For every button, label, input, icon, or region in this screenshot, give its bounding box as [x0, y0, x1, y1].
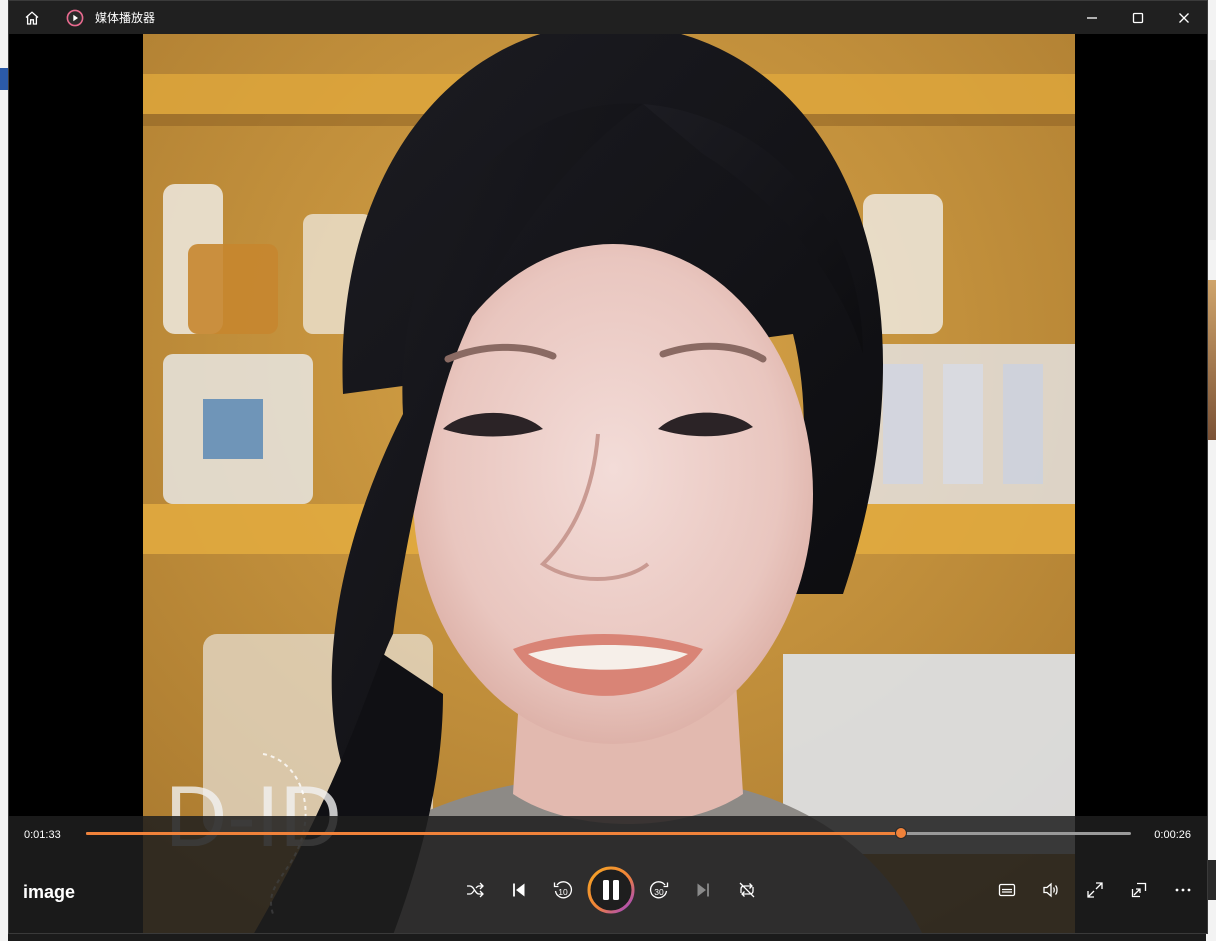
more-options-button[interactable]: [1161, 870, 1205, 910]
previous-icon: [513, 883, 525, 897]
video-frame[interactable]: D-ID: [143, 34, 1075, 933]
transport-controls: 10 30: [453, 864, 769, 916]
volume-icon: [1043, 882, 1058, 898]
skip-forward-30-icon: 30: [649, 881, 669, 899]
repeat-button[interactable]: [725, 868, 769, 912]
next-icon: [697, 883, 709, 897]
skip-forward-label: 30: [654, 887, 664, 897]
play-pause-button[interactable]: [587, 866, 635, 914]
skip-forward-button[interactable]: 30: [637, 868, 681, 912]
minimize-icon: [1087, 16, 1097, 19]
minimize-button[interactable]: [1069, 1, 1115, 34]
captions-icon: [998, 883, 1016, 897]
window-title: 媒体播放器: [95, 11, 156, 25]
home-icon: [25, 10, 39, 25]
shuffle-button[interactable]: [453, 868, 497, 912]
previous-button[interactable]: [497, 868, 541, 912]
mini-player-button[interactable]: [1117, 870, 1161, 910]
seek-progress: [86, 832, 902, 835]
fullscreen-button[interactable]: [1073, 870, 1117, 910]
remaining-time: 0:00:26: [1154, 829, 1191, 841]
media-player-window: 媒体播放器 0:01:33 0:00:26 image 10 30: [8, 0, 1208, 934]
maximize-icon: [1132, 12, 1144, 23]
background-app-left-edge: [0, 0, 8, 941]
media-title: image: [23, 882, 76, 902]
skip-back-10-icon: 10: [553, 881, 573, 899]
captions-button[interactable]: [985, 870, 1029, 910]
home-button[interactable]: [9, 1, 55, 34]
right-controls: [985, 870, 1205, 910]
close-icon: [1179, 12, 1189, 23]
repeat-off-icon: [739, 882, 755, 898]
skip-back-label: 10: [558, 887, 568, 897]
seek-thumb[interactable]: [895, 827, 908, 839]
shuffle-icon: [467, 882, 484, 898]
seek-bar[interactable]: [86, 827, 1131, 839]
maximize-button[interactable]: [1115, 1, 1161, 34]
next-button[interactable]: [681, 868, 725, 912]
elapsed-time: 0:01:33: [24, 829, 61, 841]
fullscreen-icon: [1087, 882, 1103, 898]
more-icon: [1175, 888, 1191, 892]
playback-controls-bar: 0:01:33 0:00:26 image 10 30: [9, 816, 1207, 933]
volume-button[interactable]: [1029, 870, 1073, 910]
title-bar: 媒体播放器: [9, 1, 1207, 34]
close-button[interactable]: [1161, 1, 1207, 34]
media-player-app-icon: [65, 8, 85, 28]
skip-back-button[interactable]: 10: [541, 868, 585, 912]
mini-player-icon: [1131, 882, 1147, 898]
